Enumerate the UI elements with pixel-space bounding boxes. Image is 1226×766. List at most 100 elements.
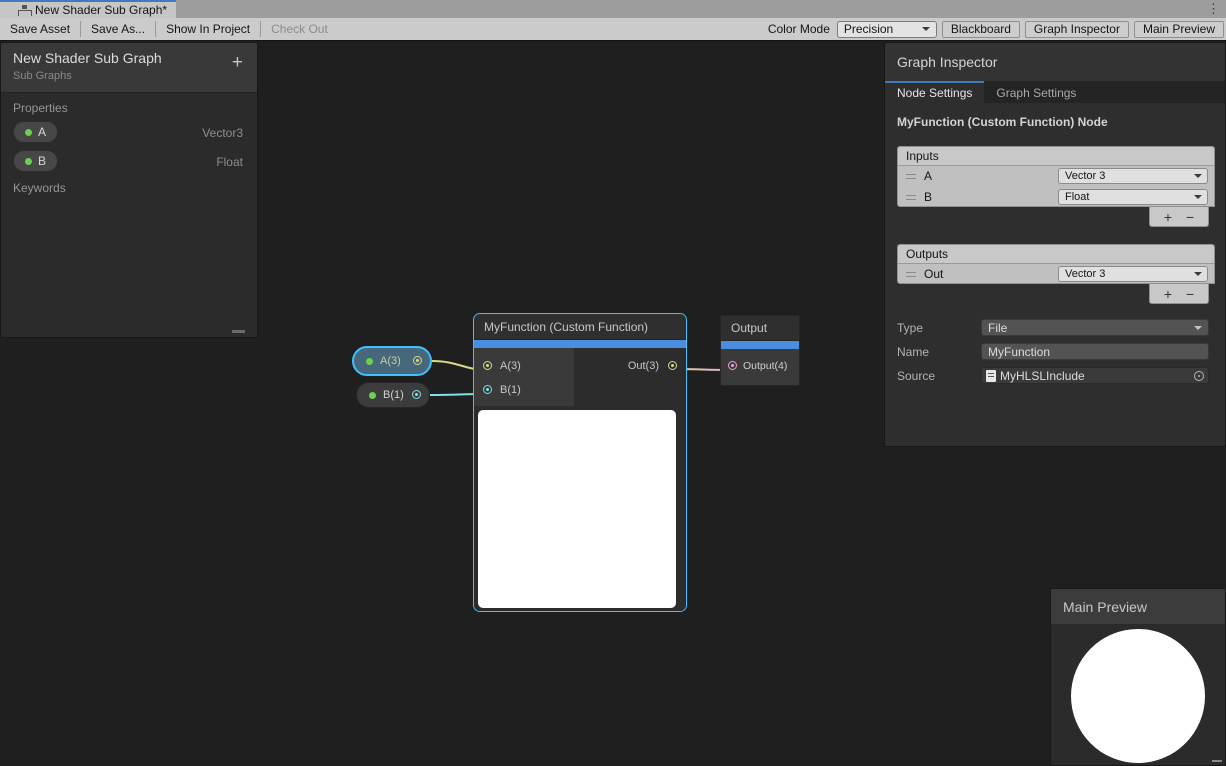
property-node-label: A(3) [380, 355, 401, 367]
chevron-down-icon [1194, 174, 1202, 178]
graph-inspector-title[interactable]: Graph Inspector [885, 43, 1225, 81]
input-type-dropdown[interactable]: Float [1058, 189, 1208, 205]
property-node-a[interactable]: A(3) [352, 346, 432, 376]
property-name: A [38, 125, 46, 139]
save-as-button[interactable]: Save As... [81, 18, 155, 40]
custom-function-node[interactable]: MyFunction (Custom Function) A(3) B(1) O… [473, 313, 687, 612]
input-type-value: Float [1065, 191, 1089, 203]
color-mode-label: Color Mode [768, 22, 832, 36]
node-input-column [474, 348, 574, 406]
drag-handle-icon[interactable] [906, 272, 916, 277]
drag-handle-icon[interactable] [906, 174, 916, 179]
save-asset-button[interactable]: Save Asset [0, 18, 80, 40]
type-dropdown[interactable]: File [981, 319, 1209, 336]
add-property-button[interactable]: + [232, 53, 243, 72]
source-object-field[interactable]: MyHLSLInclude [981, 367, 1209, 384]
source-field-row: Source MyHLSLInclude [885, 367, 1225, 385]
kebab-menu-icon[interactable]: ⋮ [1207, 1, 1220, 17]
property-type-dot-icon [366, 358, 373, 365]
properties-section-label: Properties [13, 101, 68, 115]
document-tab-bar: New Shader Sub Graph* ⋮ [0, 0, 1226, 18]
input-port-a-icon[interactable] [483, 361, 492, 370]
tab-node-settings[interactable]: Node Settings [885, 81, 984, 103]
output-type-value: Vector 3 [1065, 268, 1105, 280]
graph-inspector-toggle-button[interactable]: Graph Inspector [1025, 21, 1129, 38]
chevron-down-icon [1194, 272, 1202, 276]
add-output-button[interactable]: + [1164, 287, 1172, 301]
input-name: B [924, 190, 932, 204]
output-port-out-label: Out(3) [628, 360, 659, 372]
output-node[interactable]: Output Output(4) [720, 315, 800, 386]
blackboard-property-a[interactable]: A [13, 121, 58, 143]
outputs-row-out[interactable]: Out Vector 3 [898, 264, 1214, 285]
node-preview-area [474, 406, 686, 611]
preview-sphere [1071, 629, 1205, 763]
blackboard-title: New Shader Sub Graph [13, 50, 245, 66]
output-port-icon[interactable] [412, 390, 421, 399]
node-preview-image [478, 410, 676, 608]
type-label: Type [897, 321, 923, 335]
node-accent-bar [474, 340, 686, 348]
property-type-dot-icon [369, 392, 376, 399]
property-name: B [38, 154, 46, 168]
node-ports-section: Output(4) [721, 349, 799, 385]
blackboard-resize-handle[interactable] [232, 330, 245, 333]
keywords-section-label: Keywords [13, 181, 66, 195]
file-icon [986, 370, 996, 382]
main-preview-panel: Main Preview [1050, 588, 1226, 766]
document-tab[interactable]: New Shader Sub Graph* [0, 0, 176, 18]
add-input-button[interactable]: + [1164, 210, 1172, 224]
source-label: Source [897, 369, 935, 383]
preview-resize-handle[interactable] [1212, 760, 1222, 762]
toolbar: Save Asset Save As... Show In Project Ch… [0, 18, 1226, 41]
object-picker-icon[interactable] [1194, 371, 1204, 381]
main-preview-toggle-button[interactable]: Main Preview [1134, 21, 1224, 38]
remove-input-button[interactable]: − [1186, 210, 1194, 224]
type-field-row: Type File [885, 319, 1225, 337]
property-type-label: Vector3 [202, 126, 243, 140]
input-port-a-label: A(3) [500, 360, 521, 372]
node-title-bar[interactable]: MyFunction (Custom Function) [474, 314, 686, 340]
name-field-row: Name MyFunction [885, 343, 1225, 361]
inputs-list-footer: + − [1149, 207, 1209, 227]
inputs-row-b[interactable]: B Float [898, 187, 1214, 208]
type-value: File [988, 321, 1007, 335]
inspector-tab-row: Node Settings Graph Settings [885, 81, 1225, 103]
blackboard-panel: New Shader Sub Graph Sub Graphs + Proper… [0, 42, 258, 338]
property-type-label: Float [216, 155, 243, 169]
blackboard-toggle-button[interactable]: Blackboard [942, 21, 1020, 38]
outputs-list: Outputs Out Vector 3 [897, 244, 1215, 284]
input-port-b-icon[interactable] [483, 385, 492, 394]
blackboard-header[interactable]: New Shader Sub Graph Sub Graphs + [1, 43, 257, 93]
color-mode-dropdown[interactable]: Precision [837, 21, 937, 38]
color-mode-value: Precision [844, 22, 893, 36]
input-port-b-label: B(1) [500, 384, 521, 396]
name-input[interactable]: MyFunction [981, 343, 1209, 360]
tab-graph-settings[interactable]: Graph Settings [984, 81, 1088, 103]
output-port-icon[interactable] [413, 356, 422, 365]
input-port-output-label: Output(4) [743, 360, 787, 372]
property-type-dot-icon [25, 129, 32, 136]
inputs-row-a[interactable]: A Vector 3 [898, 166, 1214, 187]
input-port-output-icon[interactable] [728, 361, 737, 370]
remove-output-button[interactable]: − [1186, 287, 1194, 301]
chevron-down-icon [1194, 326, 1202, 330]
check-out-button: Check Out [261, 18, 338, 40]
document-tab-title: New Shader Sub Graph* [35, 3, 167, 17]
blackboard-property-b[interactable]: B [13, 150, 58, 172]
output-type-dropdown[interactable]: Vector 3 [1058, 266, 1208, 282]
inputs-list: Inputs A Vector 3 B Float [897, 146, 1215, 207]
drag-handle-icon[interactable] [906, 195, 916, 200]
output-name: Out [924, 267, 943, 281]
property-node-b[interactable]: B(1) [356, 382, 430, 408]
inputs-list-header: Inputs [898, 147, 1214, 166]
node-accent-bar [721, 341, 799, 349]
chevron-down-icon [1194, 195, 1202, 199]
input-type-dropdown[interactable]: Vector 3 [1058, 168, 1208, 184]
main-preview-title[interactable]: Main Preview [1051, 589, 1225, 625]
show-in-project-button[interactable]: Show In Project [156, 18, 260, 40]
toolbar-right-group: Color Mode Precision Blackboard Graph In… [768, 18, 1224, 40]
node-title-bar[interactable]: Output [721, 316, 799, 341]
output-port-out-icon[interactable] [668, 361, 677, 370]
shader-graph-window: New Shader Sub Graph* ⋮ Save Asset Save … [0, 0, 1226, 766]
